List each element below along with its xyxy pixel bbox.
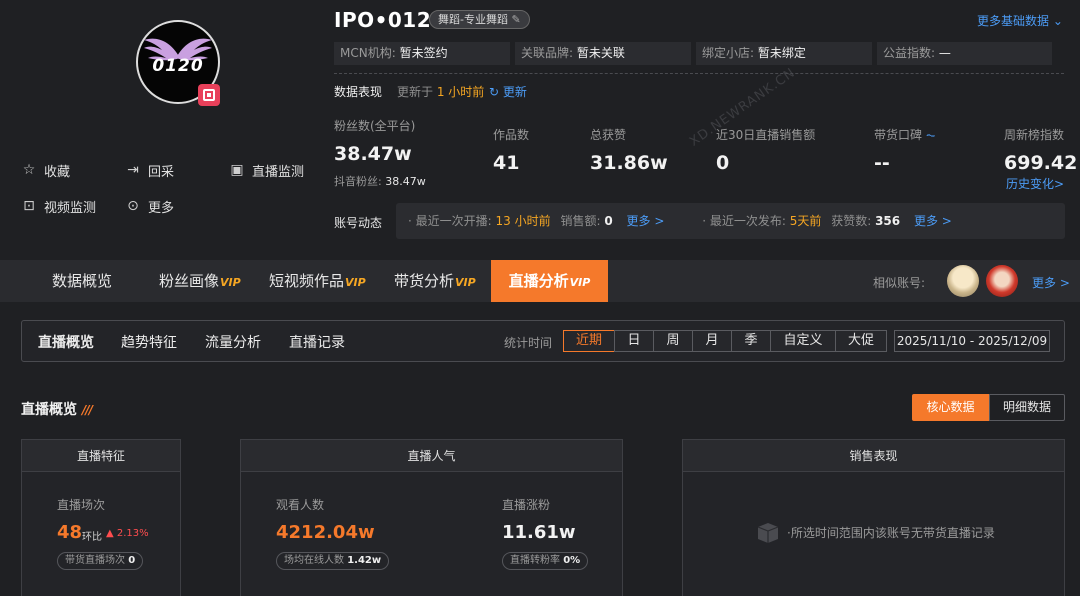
refresh-button[interactable]: ↻ 更新 bbox=[489, 83, 527, 100]
slash-decoration-icon: /// bbox=[81, 403, 93, 417]
similar-accounts-label: 相似账号: bbox=[873, 276, 926, 290]
ratio-value: ▲ 2.13% bbox=[106, 528, 149, 539]
chevron-down-circle-icon: ⌄ bbox=[1052, 14, 1063, 28]
page-root: XD.NEWRANK.CN XD.NEWRANK.CN XD.NEWRANK.C… bbox=[0, 0, 1080, 596]
sales30-label: 近30日直播销售额 bbox=[716, 128, 816, 142]
card-header: 直播特征 bbox=[22, 440, 180, 472]
star-icon: ☆ bbox=[22, 162, 36, 178]
works-label: 作品数 bbox=[493, 128, 530, 142]
edit-pencil-icon[interactable]: ✎ bbox=[511, 13, 520, 26]
more-live-link[interactable]: 更多 > bbox=[627, 214, 665, 228]
segment-day[interactable]: 日 bbox=[614, 330, 654, 352]
updated-info: 更新于 1 小时前 bbox=[397, 85, 485, 99]
more-dots-icon: ⊙ bbox=[127, 198, 139, 214]
reputation-value: -- bbox=[874, 152, 890, 174]
viewers-value: 4212.04w bbox=[276, 522, 375, 543]
video-monitor-button[interactable]: ⊡ 视频监测 bbox=[20, 196, 96, 216]
live-monitor-button[interactable]: ▣ 直播监测 bbox=[228, 160, 304, 180]
time-label: 统计时间 bbox=[504, 336, 553, 350]
history-change-link[interactable]: 历史变化> bbox=[1006, 175, 1064, 192]
empty-box-icon bbox=[755, 520, 781, 544]
more-base-data-link[interactable]: 更多基础数据 ⌄ bbox=[977, 12, 1063, 29]
performance-label: 数据表现 bbox=[334, 85, 383, 99]
shop-info: 绑定小店: 暂未绑定 bbox=[696, 42, 872, 65]
subtab-trend[interactable]: 趋势特征 bbox=[121, 332, 177, 352]
sales30-value: 0 bbox=[716, 152, 730, 174]
more-post-link[interactable]: 更多 > bbox=[914, 214, 952, 228]
tab-fan-profile[interactable]: 粉丝画像VIP bbox=[159, 260, 241, 302]
tab-data-overview[interactable]: 数据概览 bbox=[52, 260, 112, 302]
card-header: 销售表现 bbox=[683, 440, 1064, 472]
conversion-pill: 直播转粉率 0% bbox=[502, 552, 589, 570]
date-range-picker[interactable]: 2025/11/10 - 2025/12/09 bbox=[894, 330, 1050, 352]
detail-data-button[interactable]: 明细数据 bbox=[989, 394, 1065, 421]
works-value: 41 bbox=[493, 152, 520, 174]
subtab-live-overview[interactable]: 直播概览 bbox=[38, 332, 94, 352]
segment-promo[interactable]: 大促 bbox=[835, 330, 887, 352]
live-features-card: 直播特征 直播场次 48 环比 ▲ 2.13% 带货直播场次 0 bbox=[21, 439, 181, 596]
viewers-label: 观看人数 bbox=[276, 498, 325, 512]
segment-custom[interactable]: 自定义 bbox=[770, 330, 836, 352]
similar-account-avatar[interactable] bbox=[986, 265, 1018, 297]
charity-info: 公益指数: — bbox=[877, 42, 1052, 65]
chart-monitor-icon: ⊡ bbox=[23, 198, 35, 214]
fans-value: 38.47w bbox=[334, 143, 412, 165]
login-arrow-icon: ⇥ bbox=[127, 162, 139, 178]
growth-value: 11.61w bbox=[502, 522, 576, 543]
sessions-label: 直播场次 bbox=[57, 498, 106, 512]
sales-sessions-pill: 带货直播场次 0 bbox=[57, 552, 144, 570]
calendar-play-icon: ▣ bbox=[230, 162, 244, 178]
core-data-button[interactable]: 核心数据 bbox=[912, 394, 989, 421]
mcn-info: MCN机构: 暂未签约 bbox=[334, 42, 510, 65]
douyin-fans: 抖音粉丝: 38.47w bbox=[334, 175, 426, 188]
dynamics-label: 账号动态 bbox=[334, 216, 383, 230]
more-actions-button[interactable]: ⊙ 更多 bbox=[124, 196, 174, 216]
segment-recent[interactable]: 近期 bbox=[563, 330, 615, 352]
refresh-icon: ↻ bbox=[489, 85, 500, 99]
likes-value: 31.86w bbox=[590, 152, 668, 174]
avg-online-pill: 场均在线人数 1.42w bbox=[276, 552, 390, 570]
trend-chart-icon[interactable]: ⏦ bbox=[926, 128, 936, 142]
dynamics-box: · 最近一次开播: 13 小时前 销售额: 0 更多 > · 最近一次发布: 5… bbox=[396, 203, 1065, 239]
card-header: 直播人气 bbox=[241, 440, 622, 472]
segment-month[interactable]: 月 bbox=[692, 330, 732, 352]
favorite-button[interactable]: ☆ 收藏 bbox=[20, 160, 70, 180]
recollect-button[interactable]: ⇥ 回采 bbox=[124, 160, 174, 180]
category-tag[interactable]: 舞蹈-专业舞蹈 ✎ bbox=[429, 10, 530, 29]
weekly-index-label: 周新榜指数 bbox=[1004, 128, 1065, 142]
tab-sales-analysis[interactable]: 带货分析VIP bbox=[394, 260, 476, 302]
fans-label: 粉丝数(全平台) bbox=[334, 119, 416, 133]
ratio-label: 环比 bbox=[82, 532, 102, 543]
reputation-label: 带货口碑 ⏦ bbox=[874, 128, 936, 142]
subtab-traffic[interactable]: 流量分析 bbox=[205, 332, 261, 352]
growth-label: 直播涨粉 bbox=[502, 498, 551, 512]
empty-sales-text: ·所选时间范围内该账号无带货直播记录 bbox=[787, 526, 995, 540]
similar-more-link[interactable]: 更多 > bbox=[1032, 274, 1070, 291]
section-title: 直播概览 /// bbox=[21, 402, 93, 418]
sales-performance-card: 销售表现 ·所选时间范围内该账号无带货直播记录 bbox=[682, 439, 1065, 596]
tab-live-analysis[interactable]: 直播分析VIP bbox=[491, 260, 608, 302]
subtab-live-records[interactable]: 直播记录 bbox=[289, 332, 345, 352]
segment-quarter[interactable]: 季 bbox=[731, 330, 771, 352]
qr-code-icon[interactable] bbox=[198, 84, 220, 106]
brand-info: 关联品牌: 暂未关联 bbox=[515, 42, 691, 65]
tab-short-videos[interactable]: 短视频作品VIP bbox=[269, 260, 366, 302]
live-popularity-card: 直播人气 观看人数 4212.04w 场均在线人数 1.42w 直播涨粉 11.… bbox=[240, 439, 623, 596]
weekly-index-value: 699.42 bbox=[1004, 152, 1078, 174]
divider bbox=[334, 73, 1064, 74]
similar-account-avatar[interactable] bbox=[947, 265, 979, 297]
avatar-logo-text: 0120 bbox=[152, 56, 204, 76]
segment-week[interactable]: 周 bbox=[653, 330, 693, 352]
likes-label: 总获赞 bbox=[590, 128, 627, 142]
sessions-value: 48 bbox=[57, 522, 83, 543]
